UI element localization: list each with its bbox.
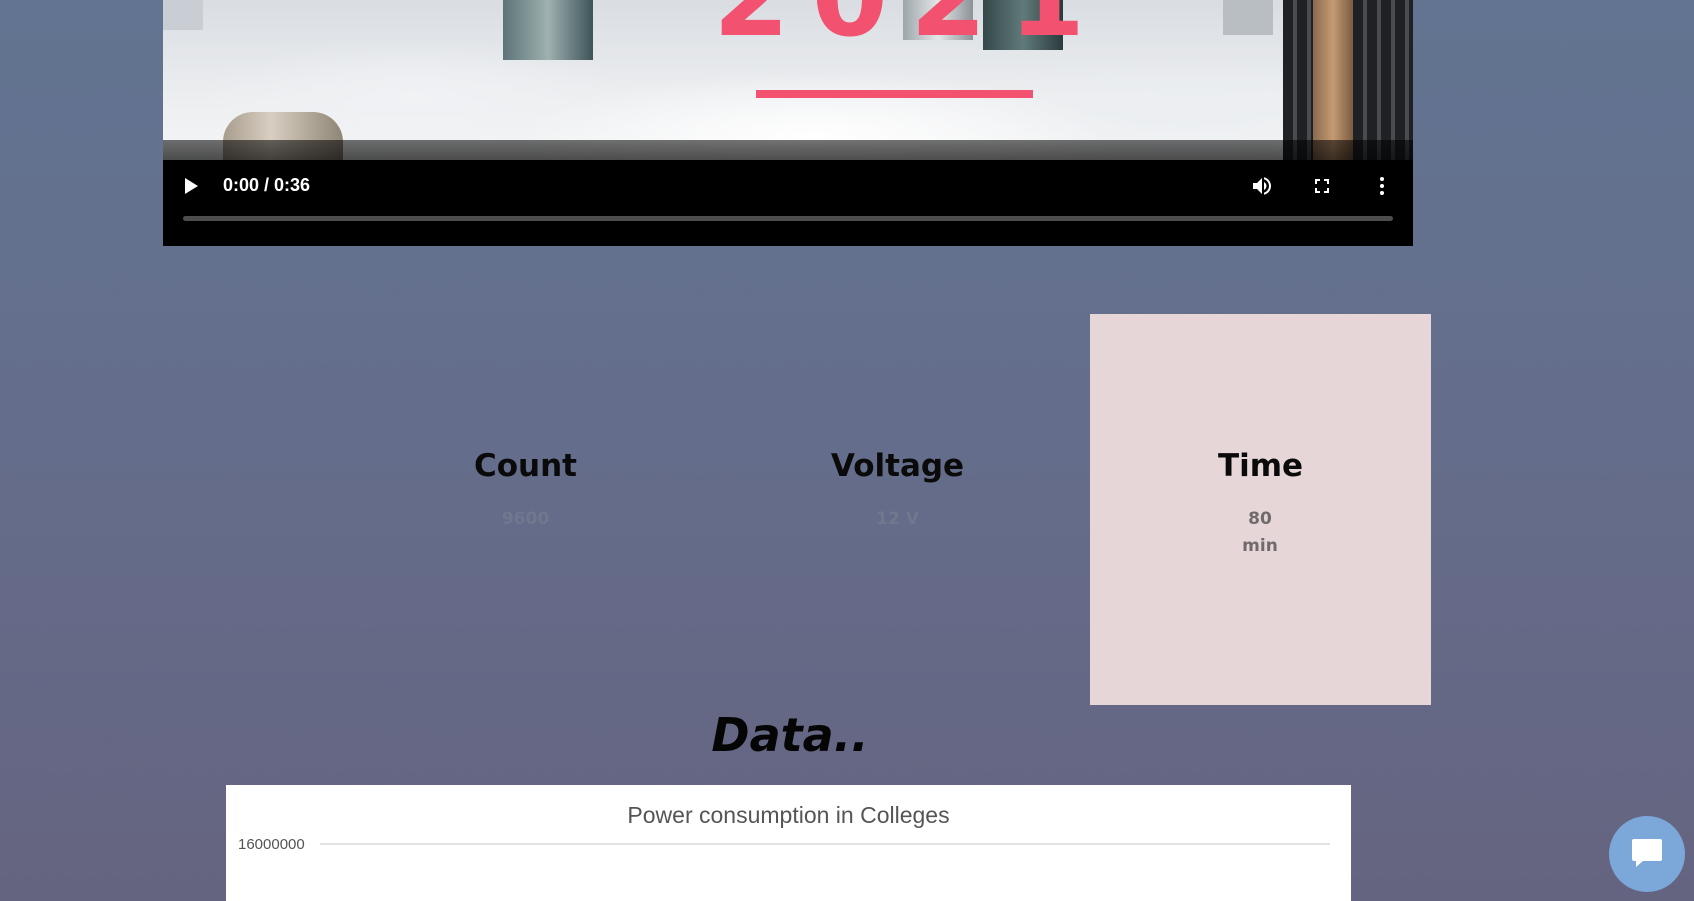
stat-card-title: Voltage bbox=[830, 448, 965, 484]
stat-card-title: Count bbox=[473, 448, 577, 484]
play-icon[interactable] bbox=[185, 178, 198, 194]
chat-button[interactable] bbox=[1609, 816, 1685, 892]
building-shape bbox=[503, 0, 593, 60]
video-controls: 0:00 / 0:36 bbox=[163, 140, 1413, 246]
video-time-display: 0:00 / 0:36 bbox=[223, 175, 311, 195]
more-options-icon[interactable] bbox=[1370, 174, 1394, 198]
stat-card-value: 9600 bbox=[501, 509, 550, 529]
video-accent-bar bbox=[756, 90, 1033, 98]
volume-icon[interactable] bbox=[1250, 174, 1274, 198]
building-shape bbox=[1223, 0, 1273, 35]
stat-card-voltage: Voltage 12 V bbox=[727, 314, 1068, 705]
stat-card-value: 12 V bbox=[876, 509, 919, 529]
stat-card-count: Count 9600 bbox=[355, 314, 696, 705]
fullscreen-icon[interactable] bbox=[1310, 174, 1334, 198]
video-overlay-text: 2021 bbox=[713, 0, 1213, 52]
chat-bubble-icon bbox=[1632, 839, 1662, 867]
stat-card-time: Time 80 min bbox=[1090, 314, 1431, 705]
building-shape bbox=[163, 0, 203, 30]
stat-card-title: Time bbox=[1217, 448, 1304, 484]
video-player[interactable]: 2021 0:00 / 0:36 bbox=[163, 0, 1413, 246]
building-shape bbox=[1313, 0, 1353, 160]
chart-y-tick-label: 16000000 bbox=[238, 836, 305, 853]
chart-plot: 16000000 bbox=[238, 836, 1330, 853]
chart-container: Power consumption in Colleges 16000000 bbox=[226, 785, 1351, 901]
video-frame: 2021 bbox=[163, 0, 1413, 160]
video-progress-bar[interactable] bbox=[183, 216, 1393, 221]
stat-card-value: 80 min bbox=[1242, 509, 1278, 556]
section-heading: Data.. bbox=[711, 708, 869, 762]
